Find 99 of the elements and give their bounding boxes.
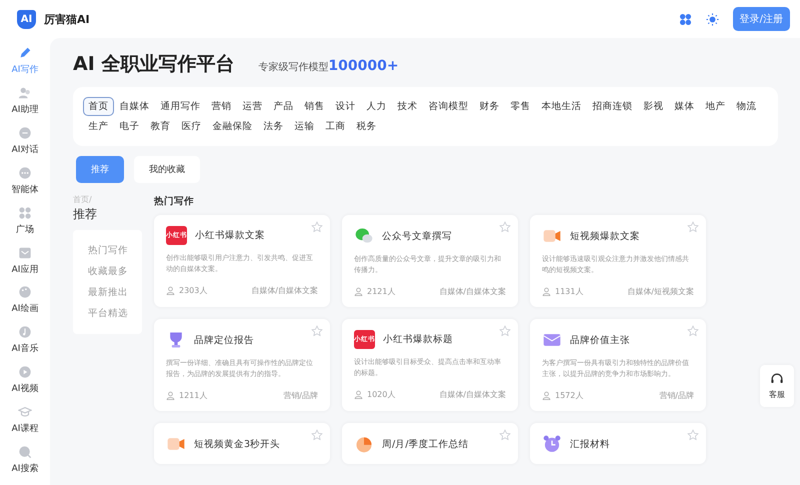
star-icon[interactable] [687, 325, 699, 337]
user-icon [354, 390, 363, 399]
template-card[interactable]: 短视频黄金3秒开头 [154, 423, 330, 464]
music-note-icon [18, 325, 32, 340]
sun-icon[interactable] [706, 12, 719, 26]
category-tab[interactable]: 本地生活 [536, 97, 587, 116]
breadcrumb: 首页/ [73, 194, 93, 205]
category-tab[interactable]: 电子 [114, 117, 145, 136]
grid-icon [18, 206, 32, 220]
user-count: 2303人 [179, 285, 208, 296]
user-count: 1020人 [367, 389, 396, 400]
card-title: 周/月/季度工作总结 [382, 438, 468, 450]
tab[interactable]: 我的收藏 [134, 156, 200, 183]
brand-name: 厉害猫AI [44, 12, 90, 26]
category-tab[interactable]: 医疗 [176, 117, 207, 136]
headset-icon [770, 372, 784, 386]
category-tab[interactable]: 生产 [83, 117, 114, 136]
card-title: 品牌价值主张 [570, 334, 630, 346]
template-card[interactable]: 汇报材料 [530, 423, 706, 464]
category-path: 自媒体/短视频文案 [627, 286, 694, 297]
category-path: 自媒体/自媒体文案 [439, 389, 506, 400]
category-tab[interactable]: 工商 [320, 117, 351, 136]
category-tab[interactable]: 技术 [392, 97, 423, 116]
card-title: 汇报材料 [570, 438, 610, 450]
star-icon[interactable] [499, 221, 511, 233]
star-icon[interactable] [499, 325, 511, 337]
play-icon [18, 365, 32, 380]
card-title: 小红书爆款标题 [383, 333, 453, 346]
category-tab[interactable]: 自媒体 [114, 97, 155, 116]
user-count: 1211人 [179, 390, 208, 401]
category-path: 营销/品牌 [283, 390, 318, 401]
template-card[interactable]: 周/月/季度工作总结 [342, 423, 518, 464]
sidebar-item[interactable]: 广场 [16, 206, 34, 246]
card-title: 公众号文章撰写 [382, 230, 452, 242]
sidebar-item[interactable]: 智能体 [12, 166, 38, 206]
model-count-text: 专家级写作模型100000+ [258, 58, 399, 74]
graduation-cap-icon [18, 405, 32, 420]
user-count: 1572人 [555, 390, 584, 401]
user-icon [166, 286, 175, 295]
sidebar-item[interactable]: AI对话 [12, 126, 38, 166]
card-title: 小红书爆款文案 [195, 229, 265, 242]
search-icon [18, 445, 32, 460]
apps-icon[interactable] [678, 12, 692, 26]
category-tab[interactable]: 设计 [330, 97, 361, 116]
category-tab[interactable]: 金融保险 [207, 117, 258, 136]
pencil-icon [18, 46, 32, 60]
star-icon[interactable] [311, 325, 323, 337]
category-tab[interactable]: 税务 [351, 117, 382, 136]
category-tab[interactable]: 法务 [258, 117, 289, 136]
star-icon[interactable] [687, 429, 699, 441]
category-tab[interactable]: 物流 [731, 97, 762, 116]
category-tab[interactable]: 咨询模型 [423, 97, 474, 116]
section-heading: 推荐 [73, 206, 98, 223]
card-title: 短视频爆款文案 [570, 230, 640, 242]
category-tab[interactable]: 首页 [83, 97, 114, 116]
alarm-clock-icon [542, 434, 562, 454]
dots-icon [18, 166, 32, 180]
star-icon[interactable] [687, 221, 699, 233]
category-path: 营销/品牌 [659, 390, 694, 401]
logo-icon: AI [17, 10, 36, 28]
sidebar-item[interactable]: AI绘画 [12, 285, 38, 326]
user-icon [354, 287, 363, 296]
sidebar-item[interactable]: AI视频 [12, 365, 38, 406]
page-heading: AI 全职业写作平台 [73, 52, 234, 77]
category-tab[interactable]: 运输 [289, 117, 320, 136]
star-icon[interactable] [311, 429, 323, 441]
category-tab[interactable]: 产品 [268, 97, 299, 116]
category-tab[interactable]: 教育 [145, 117, 176, 136]
sidebar-item[interactable]: AI搜索 [12, 445, 38, 485]
sidebar-item[interactable]: AI应用 [12, 246, 38, 286]
sidebar-item[interactable]: AI助理 [12, 86, 38, 126]
people-icon [18, 86, 32, 100]
envelope-icon [18, 246, 32, 260]
sidebar-item[interactable]: AI音乐 [12, 325, 38, 366]
sidebar-item[interactable]: AI课程 [12, 405, 38, 446]
support-button[interactable]: 客服 [760, 365, 794, 407]
section-title: 热门写作 [154, 195, 195, 208]
user-icon [166, 391, 175, 400]
category-tab[interactable]: 零售 [505, 97, 536, 116]
category-path: 自媒体/自媒体文案 [439, 286, 506, 297]
category-tab[interactable]: 运营 [237, 97, 268, 116]
user-icon [542, 391, 551, 400]
category-tab[interactable]: 地产 [700, 97, 731, 116]
user-icon [542, 287, 551, 296]
category-tab[interactable]: 通用写作 [155, 97, 206, 116]
user-count: 1131人 [555, 286, 584, 297]
category-tab[interactable]: 媒体 [669, 97, 700, 116]
category-path: 自媒体/自媒体文案 [251, 285, 318, 296]
user-count: 2121人 [367, 286, 396, 297]
card-title: 品牌定位报告 [194, 334, 254, 346]
category-tab[interactable]: 销售 [299, 97, 330, 116]
star-icon[interactable] [499, 429, 511, 441]
category-tab[interactable]: 营销 [206, 97, 237, 116]
card-title: 短视频黄金3秒开头 [194, 438, 280, 450]
category-tab[interactable]: 人力 [361, 97, 392, 116]
category-tab[interactable]: 影视 [638, 97, 669, 116]
star-icon[interactable] [311, 221, 323, 233]
category-tab[interactable]: 财务 [474, 97, 505, 116]
category-tab[interactable]: 招商连锁 [587, 97, 638, 116]
